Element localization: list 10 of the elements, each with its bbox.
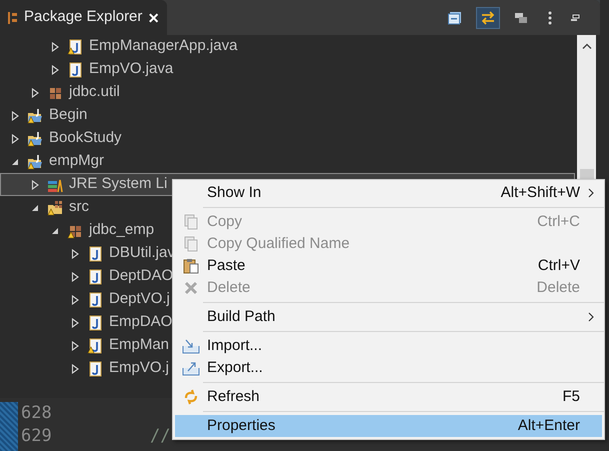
- shortcut-label: Ctrl+V: [538, 256, 580, 276]
- view-title: Package Explorer: [24, 7, 142, 28]
- shortcut-label: Delete: [536, 278, 580, 298]
- shortcut-label: Alt+Shift+W: [500, 182, 580, 203]
- shortcut-label: F5: [562, 386, 580, 407]
- shortcut-label: Alt+Enter: [518, 416, 580, 436]
- code-comment: //: [150, 424, 170, 448]
- shortcut-label: Ctrl+C: [537, 212, 580, 232]
- line-number: 628: [20, 402, 53, 425]
- line-number: 629: [20, 424, 53, 448]
